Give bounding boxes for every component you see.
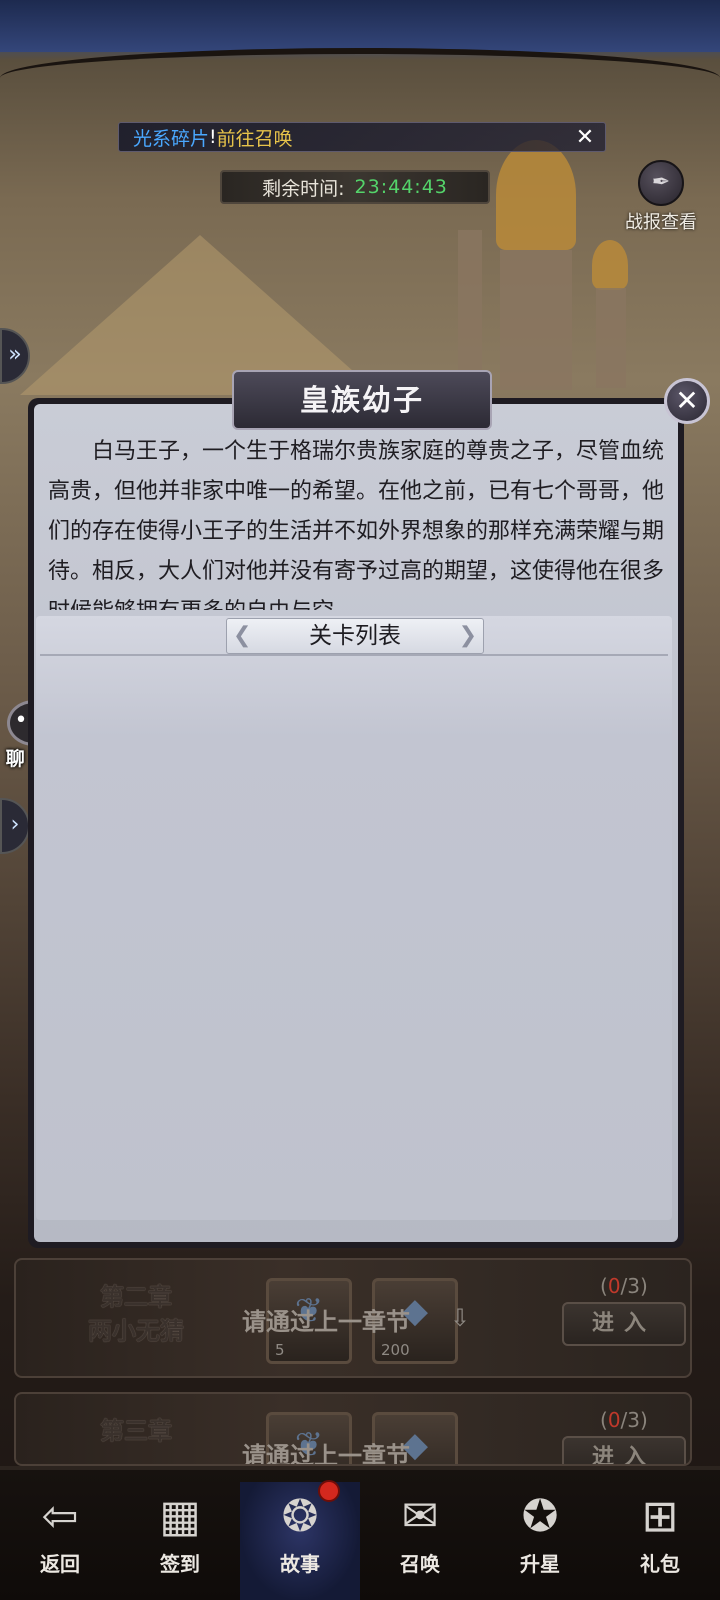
level-list-panel[interactable] [36,616,672,1220]
nav-gift-pack[interactable]: ⊞ 礼包 [600,1482,720,1600]
enter-button[interactable]: 进入 [562,1436,686,1464]
modal-title: 皇族幼子 [232,370,492,430]
locked-hint: 请通过上一章节 [242,1442,410,1466]
ornament-right-icon: ❯ [458,623,477,648]
chapter-name: 第三章 [46,1414,226,1448]
palace-tower [500,250,572,390]
star-badge-icon: ✪ [521,1491,559,1542]
palace-tower-left [458,230,482,370]
chapter-title: 两小无猜 [88,1316,184,1345]
close-icon[interactable]: ✕ [664,378,710,424]
nav-star-up[interactable]: ✪ 升星 [480,1482,600,1600]
remaining-time-label: 剩余时间: [262,177,345,200]
reward-qty: 200 [381,1341,410,1359]
count-total: /3) [620,1408,648,1432]
chapter-name: 第二章 两小无猜 [46,1280,226,1348]
calendar-icon: ▦ [159,1491,201,1542]
bottom-nav: ⇦ 返回 ▦ 签到 ❂ 故事 ✉ 召唤 ✪ 升星 ⊞ 礼包 [0,1466,720,1600]
palace-dome-small [592,240,628,290]
chapter-number: 第二章 [100,1282,172,1311]
nav-label: 故事 [280,1552,320,1576]
chapter-card-3: 第三章 ❦ ◆ 请通过上一章节 (0/3) 进入 [14,1392,692,1466]
remaining-time-bar: 剩余时间: 23:44:43 [220,170,490,204]
level-list-tab: ❮ 关卡列表 ❯ [226,618,484,654]
nav-label: 召唤 [400,1552,440,1576]
palace-dome [496,140,576,250]
nav-label: 签到 [160,1552,200,1576]
shard-notice-bar[interactable]: 光系碎片 ! 前往召唤 ✕ [118,122,606,152]
count-total: /3) [620,1274,648,1298]
nav-label: 返回 [40,1552,80,1576]
remaining-time-value: 23:44:43 [354,176,448,198]
count-open: ( [600,1408,608,1432]
nav-label: 升星 [520,1552,560,1576]
battle-report-label: 战报查看 [625,212,697,233]
level-list-label: 关卡列表 [309,623,401,649]
ornament-left-icon: ❮ [233,623,252,648]
sky-band [0,0,720,52]
shard-notice-item: 光系碎片 [133,127,210,150]
nav-back[interactable]: ⇦ 返回 [0,1482,120,1600]
count-done: 0 [607,1408,621,1432]
nav-summon[interactable]: ✉ 召唤 [360,1482,480,1600]
feather-icon: ✒ [638,160,684,206]
back-icon: ⇦ [41,1491,79,1542]
notification-badge [318,1480,340,1502]
enter-button[interactable]: 进入 [562,1302,686,1346]
nav-label: 礼包 [640,1552,680,1576]
shard-notice-bang: ! [209,126,217,148]
lock-icon: ⇩ [450,1304,471,1332]
chapter-card-2: 第二章 两小无猜 ❦ 5 ◆ 200 请通过上一章节 ⇩ (0/3) 进入 [14,1258,692,1378]
chapter-number: 第三章 [100,1416,172,1445]
scroll-icon: ✉ [401,1491,439,1542]
locked-hint: 请通过上一章节 [242,1308,410,1336]
palace-tower-right [596,288,626,388]
reward-qty: 5 [275,1341,285,1359]
progress-count: (0/3) [600,1408,648,1432]
top-frame [0,48,720,108]
go-summon-link[interactable]: 前往召唤 [217,124,293,151]
nav-sign-in[interactable]: ▦ 签到 [120,1482,240,1600]
story-text: 白马王子，一个生于格瑞尔贵族家庭的尊贵之子，尽管血统高贵，但他并非家中唯一的希望… [48,439,665,610]
nav-story[interactable]: ❂ 故事 [240,1482,360,1600]
divider [40,654,668,656]
count-open: ( [600,1274,608,1298]
gift-icon: ⊞ [641,1491,679,1542]
close-icon[interactable]: ✕ [573,126,597,150]
count-done: 0 [607,1274,621,1298]
battle-report-button[interactable]: ✒ 战报查看 [616,160,706,233]
progress-count: (0/3) [600,1274,648,1298]
